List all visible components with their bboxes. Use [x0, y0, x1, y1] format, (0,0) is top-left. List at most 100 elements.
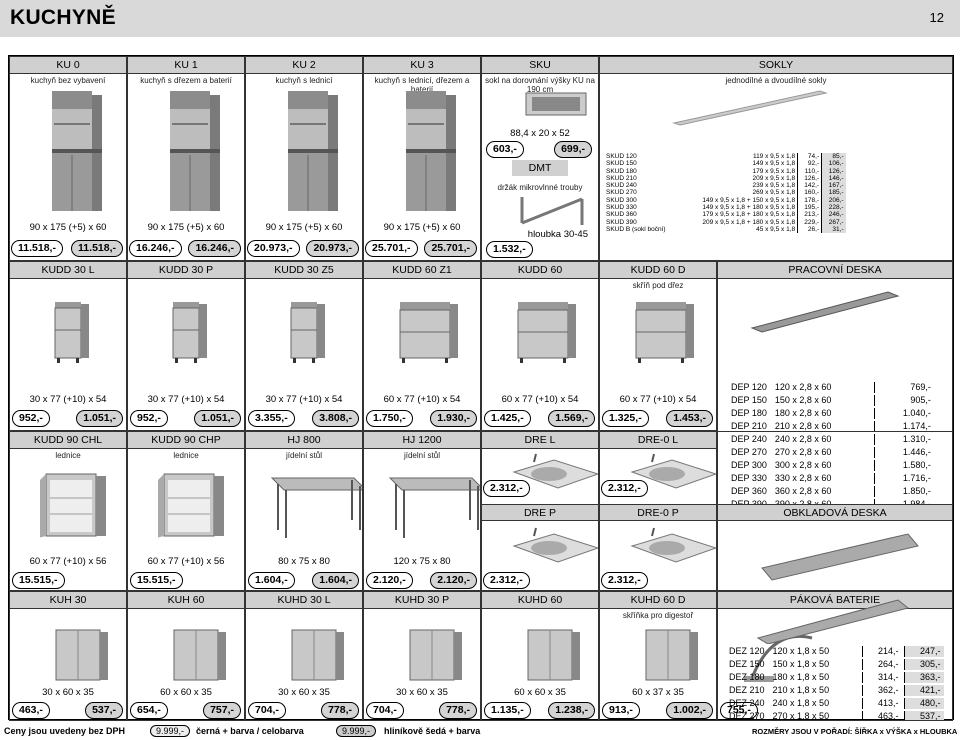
price-black: 2.120,-: [366, 572, 413, 589]
product-dimensions: 30 x 60 x 35: [396, 687, 448, 698]
product-cell: KU 0 kuchyň bez vybavení 90 x 175 (+5) x 6…: [9, 56, 127, 261]
product-dimensions: 30 x 77 (+10) x 54: [29, 394, 107, 405]
table-cell: 270 x 1,8 x 50: [772, 711, 830, 721]
product-code: DRE P: [482, 504, 598, 521]
product-code: OBKLADOVÁ DESKA: [718, 504, 952, 521]
table-cell: 305,-: [903, 659, 944, 670]
base-cabinet-image: [290, 302, 325, 363]
product-description: jídelní stůl: [403, 451, 441, 460]
table-cell: 180 x 2,8 x 60: [774, 408, 832, 418]
product-cell: SKU sokl na dorovnání výšky KU na 190 cm 8…: [481, 56, 599, 261]
product-dimensions: 88,4 x 20 x 52: [510, 128, 570, 139]
table-cell: 167,-: [821, 182, 846, 190]
product-cell: KUDD 90 CHP lednice 60 x 77 (+10) x 56 15.5…: [127, 431, 245, 591]
product-dimensions: 90 x 175 (+5) x 60: [265, 222, 343, 233]
price-black: 704,-: [248, 702, 286, 719]
product-dimensions: 60 x 60 x 35: [514, 687, 566, 698]
table-row: DEZ 270 270 x 1,8 x 50 463,- 537,-: [726, 711, 944, 721]
table-cell: 146,-: [821, 174, 846, 183]
product-code: KUDD 60 D: [600, 262, 716, 279]
product-code: KUH 30: [10, 592, 126, 609]
product-description: jídelní stůl: [285, 451, 323, 460]
table-cell: 209 x 9,5 x 1,8 + 180 x 9,5 x 1,8: [702, 218, 796, 226]
table-cell: 92,-: [797, 160, 822, 168]
product-description: kuchyň bez vybavení: [30, 76, 106, 85]
product-cell: KUHD 60 60 x 60 x 35 1.135,- 1.238,-: [481, 591, 599, 721]
table-cell: 149 x 9,5 x 1,8 + 180 x 9,5 x 1,8: [702, 204, 796, 212]
price-black: 1.325,-: [602, 410, 649, 427]
table-cell: 463,-: [861, 711, 902, 720]
product-cell: DEZ 120 120 x 1,8 x 50 214,- 247,- DEZ 150 15…: [717, 591, 953, 721]
product-cell: DRE L 2.312,- DRE P 2.312,-: [481, 431, 599, 591]
table-row: DEP 180 180 x 2,8 x 60 1.040,-: [728, 408, 934, 419]
product-cell: KUDD 30 Z5 30 x 77 (+10) x 54 3.355,- 3.808…: [245, 261, 363, 431]
table-row: SKUD 300 149 x 9,5 x 1,8 + 150 x 9,5 x 1,…: [604, 196, 846, 205]
price-black: 2.312,-: [483, 480, 530, 497]
table-row: DEZ 210 210 x 1,8 x 50 362,- 421,-: [726, 685, 944, 696]
table-cell: 267,-: [821, 218, 846, 226]
product-dimensions: 120 x 75 x 80: [393, 556, 451, 567]
table-cell: SKUD 240: [606, 182, 637, 190]
table-cell: SKUD 120: [606, 153, 637, 160]
table-cell: 119 x 9,5 x 1,8: [752, 153, 796, 160]
plinth-strip-image: [672, 90, 828, 126]
price-grey: 537,-: [85, 702, 123, 719]
splashboard-image: [756, 599, 910, 644]
wall-cabinet-image: [527, 629, 580, 681]
product-cell: KUDD 60 D skříň pod dřez 60 x 77 (+10) x 5…: [599, 261, 717, 431]
base-cabinet-image: [172, 302, 207, 363]
price-black: 3.355,-: [248, 410, 295, 427]
price-black: 913,-: [602, 702, 640, 719]
wall-cabinet-image: [173, 629, 226, 681]
table-cell: 269 x 9,5 x 1,8: [752, 189, 796, 197]
product-cell: KUDD 30 P 30 x 77 (+10) x 54 952,- 1.051,-: [127, 261, 245, 431]
table-cell: 363,-: [903, 672, 944, 683]
table-cell: 26,-: [797, 225, 822, 234]
table-cell: SKUD 300: [606, 196, 637, 204]
kitchen-unit-image: [288, 91, 338, 211]
table-row: DEZ 120 120 x 1,8 x 50 214,- 247,-: [726, 646, 944, 657]
product-dimensions: 30 x 77 (+10) x 54: [147, 394, 225, 405]
product-code: HJ 800: [246, 432, 362, 449]
price-grey: 757,-: [203, 702, 241, 719]
price-grey: 1.930,-: [430, 410, 477, 427]
product-code: SKU: [482, 57, 598, 74]
product-cell: KUHD 30 P 30 x 60 x 35 704,- 778,-: [363, 591, 481, 721]
price-black: 952,-: [12, 410, 50, 427]
table-cell: SKUD 330: [606, 204, 637, 212]
table-cell: 126,-: [797, 174, 822, 183]
legend-grey-label: hliníkově šedá + barva: [384, 726, 481, 736]
table-cell: 149 x 9,5 x 1,8: [752, 160, 796, 168]
table-cell: 246,-: [821, 211, 846, 219]
wall-cabinet-image: [55, 629, 108, 681]
table-cell: 110,-: [797, 167, 822, 175]
product-code: KUDD 90 CHP: [128, 432, 244, 449]
table-cell: 213,-: [797, 211, 822, 219]
product-description: skříň pod dřez: [632, 281, 684, 290]
dining-table-image: [388, 477, 480, 538]
product-cell: KUDD 90 CHL lednice 60 x 77 (+10) x 56 15.5…: [9, 431, 127, 591]
product-code: KU 2: [246, 57, 362, 74]
table-cell: 421,-: [903, 685, 944, 696]
table-cell: 206,-: [821, 196, 846, 205]
table-row: DEZ 180 180 x 1,8 x 50 314,- 363,-: [726, 672, 944, 683]
table-cell: 209 x 9,5 x 1,8: [752, 174, 796, 182]
product-cell: KUDD 60 60 x 77 (+10) x 54 1.425,- 1.569,-: [481, 261, 599, 431]
table-cell: 45 x 9,5 x 1,8: [756, 225, 796, 233]
table-cell: DEZ 150: [729, 659, 765, 669]
microwave-bracket-image: [520, 197, 584, 225]
table-cell: 214,-: [861, 646, 902, 657]
worktop-image: [750, 291, 900, 333]
product-code: KUDD 30 Z5: [246, 262, 362, 279]
table-cell: DEP 150: [731, 395, 767, 405]
price-black: 1.135,-: [484, 702, 531, 719]
product-dimensions: 60 x 37 x 35: [632, 687, 684, 698]
product-code: KUDD 90 CHL: [10, 432, 126, 449]
product-dimensions: 60 x 77 (+10) x 56: [147, 556, 225, 567]
table-row: SKUD 210 209 x 9,5 x 1,8 126,- 146,-: [604, 174, 846, 183]
product-cell: DRE-0 L 2.312,- DRE-0 P 2.312,-: [599, 431, 717, 591]
table-cell: 264,-: [861, 659, 902, 670]
board-price-table: DEZ 120 120 x 1,8 x 50 214,- 247,- DEZ 150 15…: [724, 644, 946, 721]
price-grey: 11.518,-: [71, 240, 123, 257]
product-code: KU 0: [10, 57, 126, 74]
